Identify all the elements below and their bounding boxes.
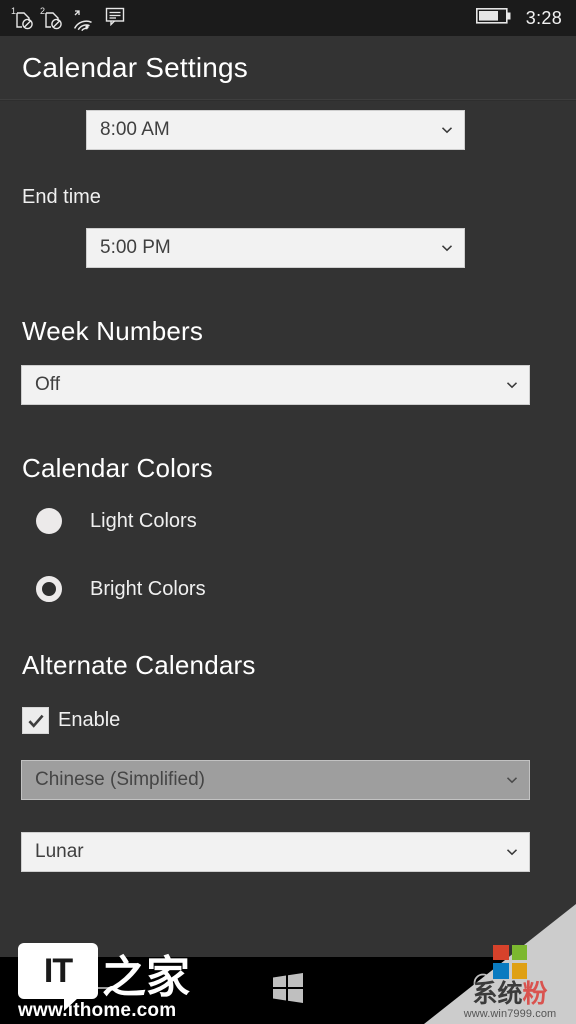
week-numbers-title: Week Numbers (22, 316, 204, 346)
search-button[interactable] (432, 957, 528, 1024)
page-title: Calendar Settings (22, 51, 248, 83)
end-time-label: End time (22, 186, 101, 208)
back-arrow-icon (74, 975, 118, 1006)
calendar-colors-title: Calendar Colors (22, 453, 213, 483)
end-time-value: 5:00 PM (100, 237, 171, 258)
enable-alternate-calendars-checkbox[interactable]: Enable (0, 707, 576, 734)
status-right: 3:28 (475, 7, 562, 30)
radio-label-bright-colors: Bright Colors (90, 577, 206, 600)
checkbox-checked-icon (22, 707, 49, 734)
start-button[interactable] (240, 957, 336, 1024)
sim1-no-service-icon: 1 (11, 5, 34, 31)
sim2-no-service-icon: 2 (40, 5, 63, 31)
start-time-value: 8:00 AM (100, 119, 170, 140)
status-bar: 1 2 3:28 (0, 0, 576, 36)
radio-unselected-icon (36, 508, 62, 534)
chevron-down-icon (441, 124, 453, 136)
sms-icon (105, 6, 125, 31)
status-clock: 3:28 (525, 7, 562, 28)
radio-option-light-colors[interactable]: Light Colors (0, 508, 576, 534)
radio-selected-icon (36, 576, 62, 602)
end-time-dropdown[interactable]: 5:00 PM (86, 228, 465, 268)
status-icons: 1 2 (11, 5, 125, 31)
alternate-calendar-language-dropdown[interactable]: Chinese (Simplified) (21, 760, 530, 800)
system-nav-bar (0, 957, 576, 1024)
chevron-down-icon (506, 774, 518, 786)
alternate-calendar-type-dropdown[interactable]: Lunar (21, 832, 530, 872)
week-numbers-value: Off (35, 374, 60, 395)
search-icon (463, 971, 497, 1010)
sim1-index-label: 1 (11, 5, 17, 16)
alternate-calendars-title: Alternate Calendars (22, 650, 256, 680)
wifi-icon (72, 9, 96, 31)
start-time-dropdown[interactable]: 8:00 AM (86, 110, 465, 150)
sim2-index-label: 2 (40, 5, 46, 16)
back-button[interactable] (48, 957, 144, 1024)
settings-scroll-area[interactable]: 8:00 AM End time 5:00 PM Week Numbers Of… (0, 101, 576, 957)
alternate-calendar-language-value: Chinese (Simplified) (35, 769, 206, 790)
page-header: Calendar Settings (0, 36, 576, 100)
chevron-down-icon (506, 379, 518, 391)
chevron-down-icon (441, 242, 453, 254)
chevron-down-icon (506, 846, 518, 858)
radio-option-bright-colors[interactable]: Bright Colors (0, 576, 576, 602)
battery-icon (475, 7, 512, 30)
enable-label: Enable (58, 709, 121, 731)
windows-start-icon (273, 973, 303, 1008)
week-numbers-dropdown[interactable]: Off (21, 365, 530, 405)
radio-label-light-colors: Light Colors (90, 509, 197, 532)
alternate-calendar-type-value: Lunar (35, 841, 84, 862)
